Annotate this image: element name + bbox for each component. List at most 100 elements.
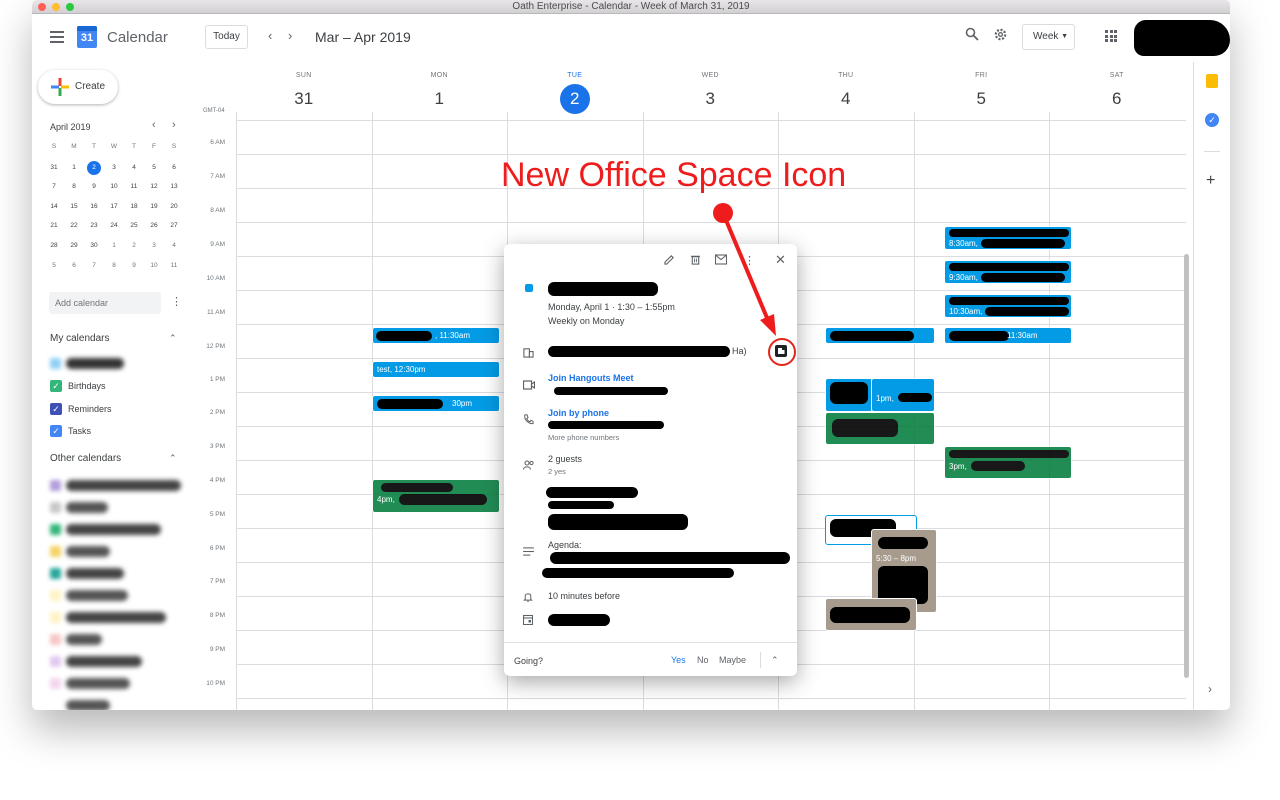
calendar-color-redacted[interactable] — [50, 612, 61, 623]
close-window-button[interactable] — [38, 3, 46, 11]
event-block[interactable]: 11:30am — [944, 327, 1072, 344]
pencil-icon[interactable] — [664, 254, 675, 268]
calendar-color-redacted[interactable] — [50, 678, 61, 689]
mini-day[interactable]: 8 — [104, 256, 124, 276]
mini-day[interactable]: 12 — [144, 177, 164, 197]
checkbox-checked-icon[interactable]: ✓ — [50, 403, 62, 415]
mini-day[interactable]: 3 — [104, 158, 124, 178]
mini-day[interactable]: 20 — [164, 197, 184, 217]
mini-day[interactable]: 2 — [124, 236, 144, 256]
mini-day[interactable]: 30 — [84, 236, 104, 256]
event-block[interactable] — [825, 412, 935, 445]
chevron-right-icon[interactable]: › — [1208, 682, 1212, 696]
create-button[interactable]: Create — [38, 70, 118, 104]
event-block[interactable]: 8:30am, — [944, 226, 1072, 250]
event-block[interactable] — [825, 378, 873, 412]
event-block[interactable]: 9:30am, — [944, 260, 1072, 284]
chevron-left-icon[interactable]: ‹ — [268, 28, 272, 43]
mini-day[interactable]: 5 — [144, 158, 164, 178]
mini-day[interactable]: 9 — [124, 256, 144, 276]
account-avatar-redacted[interactable] — [1134, 20, 1230, 56]
event-block[interactable]: 30pm — [372, 395, 500, 412]
event-block[interactable] — [825, 327, 935, 344]
join-hangouts-link[interactable]: Join Hangouts Meet — [548, 373, 634, 383]
mini-day[interactable]: 8 — [64, 177, 84, 197]
day-header-wed[interactable]: WED 3 — [643, 62, 779, 114]
mini-day[interactable]: 31 — [44, 158, 64, 178]
view-select[interactable]: Week ▼ — [1022, 24, 1075, 50]
mini-day-today[interactable]: 2 — [84, 158, 104, 178]
calendar-reminders[interactable]: ✓ Reminders — [50, 403, 112, 417]
more-phone-numbers-link[interactable]: More phone numbers — [548, 433, 619, 442]
mail-icon[interactable] — [714, 254, 728, 268]
mini-prev-icon[interactable]: ‹ — [152, 119, 156, 131]
day-header-tue[interactable]: TUE 2 — [507, 62, 643, 114]
more-vert-icon[interactable]: ⋮ — [171, 295, 182, 308]
event-block[interactable]: 10:30am, — [944, 294, 1072, 318]
mini-day[interactable]: 10 — [104, 177, 124, 197]
my-calendars-title[interactable]: My calendars — [50, 333, 109, 344]
collapse-icon[interactable]: ⌃ — [169, 453, 177, 464]
calendar-color-redacted[interactable] — [50, 358, 61, 369]
mini-day[interactable]: 1 — [104, 236, 124, 256]
calendar-color-redacted[interactable] — [50, 568, 61, 579]
mini-day[interactable]: 6 — [64, 256, 84, 276]
mini-day[interactable]: 25 — [124, 216, 144, 236]
calendar-color-redacted[interactable] — [50, 634, 61, 645]
mini-day[interactable]: 24 — [104, 216, 124, 236]
add-addon-icon[interactable]: + — [1206, 172, 1215, 190]
mini-day[interactable]: 13 — [164, 177, 184, 197]
calendar-color-redacted[interactable] — [50, 590, 61, 601]
mini-day[interactable]: 1 — [64, 158, 84, 178]
mini-day[interactable]: 21 — [44, 216, 64, 236]
mini-day[interactable]: 18 — [124, 197, 144, 217]
mini-day[interactable]: 19 — [144, 197, 164, 217]
join-by-phone-link[interactable]: Join by phone — [548, 408, 609, 418]
calendar-color-redacted[interactable] — [50, 480, 61, 491]
day-header-sat[interactable]: SAT 6 — [1049, 62, 1185, 114]
checkbox-checked-icon[interactable]: ✓ — [50, 380, 62, 392]
mini-day[interactable]: 4 — [164, 236, 184, 256]
day-header-mon[interactable]: MON 1 — [372, 62, 508, 114]
mini-day[interactable]: 22 — [64, 216, 84, 236]
event-block[interactable]: 1pm, — [871, 378, 935, 412]
search-icon[interactable] — [965, 27, 979, 45]
office-space-icon[interactable] — [775, 345, 787, 357]
tasks-icon[interactable]: ✓ — [1205, 113, 1219, 127]
maximize-window-button[interactable] — [66, 3, 74, 11]
mini-day[interactable]: 26 — [144, 216, 164, 236]
gear-icon[interactable] — [993, 27, 1008, 46]
calendar-color-redacted[interactable] — [50, 502, 61, 513]
checkbox-checked-icon[interactable]: ✓ — [50, 425, 62, 437]
other-calendars-title[interactable]: Other calendars — [50, 453, 121, 464]
mini-day[interactable]: 10 — [144, 256, 164, 276]
rsvp-maybe-button[interactable]: Maybe — [719, 655, 746, 665]
mini-day[interactable]: 7 — [44, 177, 64, 197]
mini-day[interactable]: 9 — [84, 177, 104, 197]
mini-day[interactable]: 11 — [124, 177, 144, 197]
day-header-fri[interactable]: FRI 5 — [914, 62, 1050, 114]
today-button[interactable]: Today — [205, 25, 248, 49]
chevron-right-icon[interactable]: › — [288, 28, 292, 43]
mini-day[interactable]: 15 — [64, 197, 84, 217]
mini-day[interactable]: 5 — [44, 256, 64, 276]
calendar-birthdays[interactable]: ✓ Birthdays — [50, 380, 106, 394]
more-vert-icon[interactable]: ⋮ — [744, 254, 755, 267]
event-block[interactable]: , 11:30am — [372, 327, 500, 344]
mini-next-icon[interactable]: › — [172, 119, 176, 131]
scrollbar[interactable] — [1184, 254, 1189, 678]
mini-day[interactable]: 6 — [164, 158, 184, 178]
mini-day[interactable]: 11 — [164, 256, 184, 276]
rsvp-no-button[interactable]: No — [697, 655, 709, 665]
event-block[interactable]: 3pm, — [944, 446, 1072, 479]
rsvp-yes-button[interactable]: Yes — [671, 655, 686, 665]
calendar-tasks[interactable]: ✓ Tasks — [50, 425, 91, 439]
mini-day[interactable]: 16 — [84, 197, 104, 217]
mini-day[interactable]: 29 — [64, 236, 84, 256]
mini-day[interactable]: 14 — [44, 197, 64, 217]
main-menu-icon[interactable] — [50, 31, 64, 43]
mini-day[interactable]: 4 — [124, 158, 144, 178]
collapse-icon[interactable]: ⌃ — [169, 333, 177, 344]
mini-day[interactable]: 28 — [44, 236, 64, 256]
add-calendar-input[interactable]: Add calendar — [49, 292, 161, 314]
